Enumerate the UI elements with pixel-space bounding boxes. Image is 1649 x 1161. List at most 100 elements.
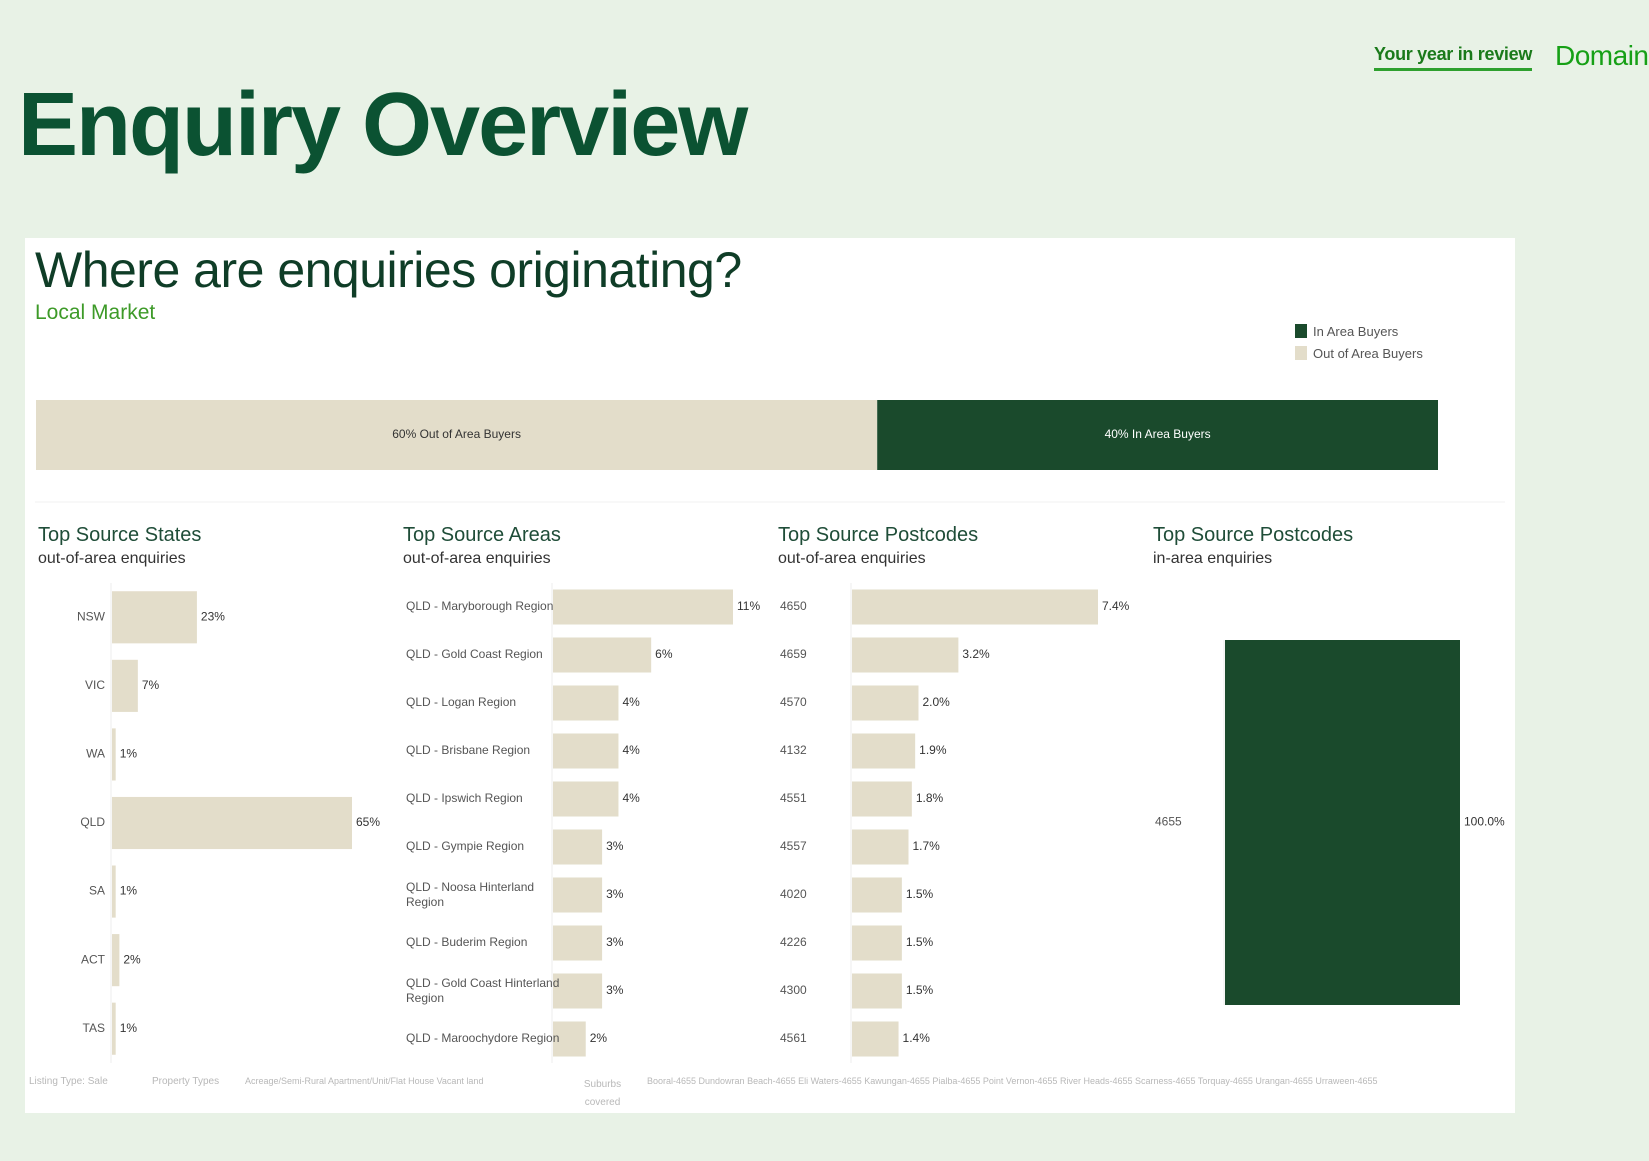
states-category-label-2: WA [86,747,105,761]
states-value-label-0: 23% [201,609,225,623]
areas-value-label-1: 6% [655,647,673,661]
postcodes-out-bar-2 [852,685,919,721]
states-bar-1 [112,659,138,712]
areas-value-label-7: 3% [606,935,624,949]
areas-category-label-1: QLD - Gold Coast Region [406,647,543,661]
states-value-label-6: 1% [120,1021,138,1035]
postcodes-out-bar-4 [852,781,912,817]
property-types-filter[interactable]: Acreage/Semi-Rural Apartment/Unit/Flat H… [245,1076,483,1086]
states-chart-subtitle: out-of-area enquiries [38,550,186,567]
areas-category-label-6: QLD - Noosa Hinterland [406,880,534,894]
postcodes-out-category-label-7: 4226 [780,935,807,949]
charts-canvas: 60% Out of Area Buyers 40% In Area Buyers… [35,400,1505,1063]
areas-category-label-9: QLD - Maroochydore Region [406,1031,559,1045]
areas-category-label-8-cont: Region [406,991,444,1005]
areas-value-label-9: 2% [590,1031,608,1045]
states-bar-3 [112,796,352,850]
postcodes-out-category-label-0: 4650 [780,599,807,613]
postcodes-out-bar-7 [852,925,902,961]
states-value-label-3: 65% [356,815,380,829]
areas-category-label-6-cont: Region [406,895,444,909]
postcodes-out-value-label-6: 1.5% [906,887,934,901]
postcodes-out-bar-1 [852,637,959,673]
states-category-label-3: QLD [80,815,105,829]
states-bar-0 [112,591,197,644]
states-category-label-0: NSW [77,609,106,623]
areas-category-label-0: QLD - Maryborough Region [406,599,553,613]
areas-category-label-7: QLD - Buderim Region [406,935,527,949]
postcodes-out-value-label-5: 1.7% [913,839,941,853]
postcodes-out-value-label-1: 3.2% [962,647,990,661]
areas-bar-8 [553,973,603,1009]
states-bar-6 [112,1002,116,1055]
postcodes-out-bar-9 [852,1021,899,1057]
postcodes-out-category-label-6: 4020 [780,887,807,901]
share-bar-label-out-area: 60% Out of Area Buyers [392,427,521,441]
postcodes-in-category-label-0: 4655 [1155,815,1182,829]
share-bar-label-in-area: 40% In Area Buyers [1105,427,1211,441]
states-value-label-4: 1% [120,884,138,898]
postcodes-out-value-label-4: 1.8% [916,791,944,805]
areas-value-label-2: 4% [622,695,640,709]
postcodes-out-bar-0 [852,589,1098,625]
postcodes-out-category-label-4: 4551 [780,791,807,805]
areas-category-label-2: QLD - Logan Region [406,695,516,709]
postcodes-out-category-label-5: 4557 [780,839,807,853]
states-category-label-4: SA [89,884,105,898]
postcodes-out-bar-8 [852,973,902,1009]
postcodes-out-chart-title: Top Source Postcodes [778,524,979,546]
postcodes-out-value-label-8: 1.5% [906,983,934,997]
postcodes-out-value-label-2: 2.0% [922,695,950,709]
enquiry-origin-panel: Where are enquiries originating? Local M… [25,238,1515,1113]
your-year-in-review-link[interactable]: Your year in review [1374,44,1532,71]
areas-category-label-5: QLD - Gympie Region [406,839,524,853]
listing-type-filter[interactable]: Listing Type: Sale [29,1076,108,1087]
postcodes-out-bar-3 [852,733,916,769]
postcodes-out-bar-6 [852,877,902,913]
states-category-label-5: ACT [81,952,106,966]
areas-bar-3 [553,733,619,769]
states-category-label-1: VIC [85,678,105,692]
areas-category-label-8: QLD - Gold Coast Hinterland [406,976,559,990]
postcodes-in-chart-subtitle: in-area enquiries [1153,550,1273,567]
areas-bar-4 [553,781,619,817]
postcodes-in-bar-0 [1225,640,1460,1005]
areas-category-label-3: QLD - Brisbane Region [406,743,530,757]
areas-chart-title: Top Source Areas [403,524,561,546]
states-bar-2 [112,728,116,781]
areas-chart-subtitle: out-of-area enquiries [403,550,551,567]
areas-value-label-6: 3% [606,887,624,901]
postcodes-out-category-label-9: 4561 [780,1031,807,1045]
postcodes-out-value-label-3: 1.9% [919,743,947,757]
domain-logo: Domain [1555,40,1649,71]
suburbs-filter[interactable]: Booral-4655 Dundowran Beach-4655 Eli Wat… [647,1076,1377,1086]
suburbs-covered-label: Suburbs covered [583,1079,622,1108]
states-bar-4 [112,865,116,918]
areas-value-label-5: 3% [606,839,624,853]
areas-bar-2 [553,685,619,721]
areas-bar-0 [553,589,733,625]
areas-bar-7 [553,925,603,961]
states-chart-title: Top Source States [38,524,202,546]
postcodes-in-value-label-0: 100.0% [1464,815,1505,829]
postcodes-out-value-label-9: 1.4% [903,1031,931,1045]
states-category-label-6: TAS [83,1021,105,1035]
postcodes-out-category-label-1: 4659 [780,647,807,661]
postcodes-out-category-label-3: 4132 [780,743,807,757]
postcodes-out-bar-5 [852,829,909,865]
postcodes-in-chart-title: Top Source Postcodes [1153,524,1354,546]
areas-bar-5 [553,829,603,865]
states-value-label-2: 1% [120,747,138,761]
areas-bar-1 [553,637,652,673]
page-title: Enquiry Overview [18,75,748,175]
areas-bar-6 [553,877,603,913]
postcodes-out-category-label-8: 4300 [780,983,807,997]
states-bar-5 [112,934,120,987]
areas-category-label-4: QLD - Ipswich Region [406,791,523,805]
areas-value-label-4: 4% [622,791,640,805]
areas-value-label-8: 3% [606,983,624,997]
postcodes-out-category-label-2: 4570 [780,695,807,709]
areas-value-label-0: 11% [737,599,760,613]
property-types-label: Property Types [152,1076,220,1087]
states-value-label-1: 7% [142,678,160,692]
